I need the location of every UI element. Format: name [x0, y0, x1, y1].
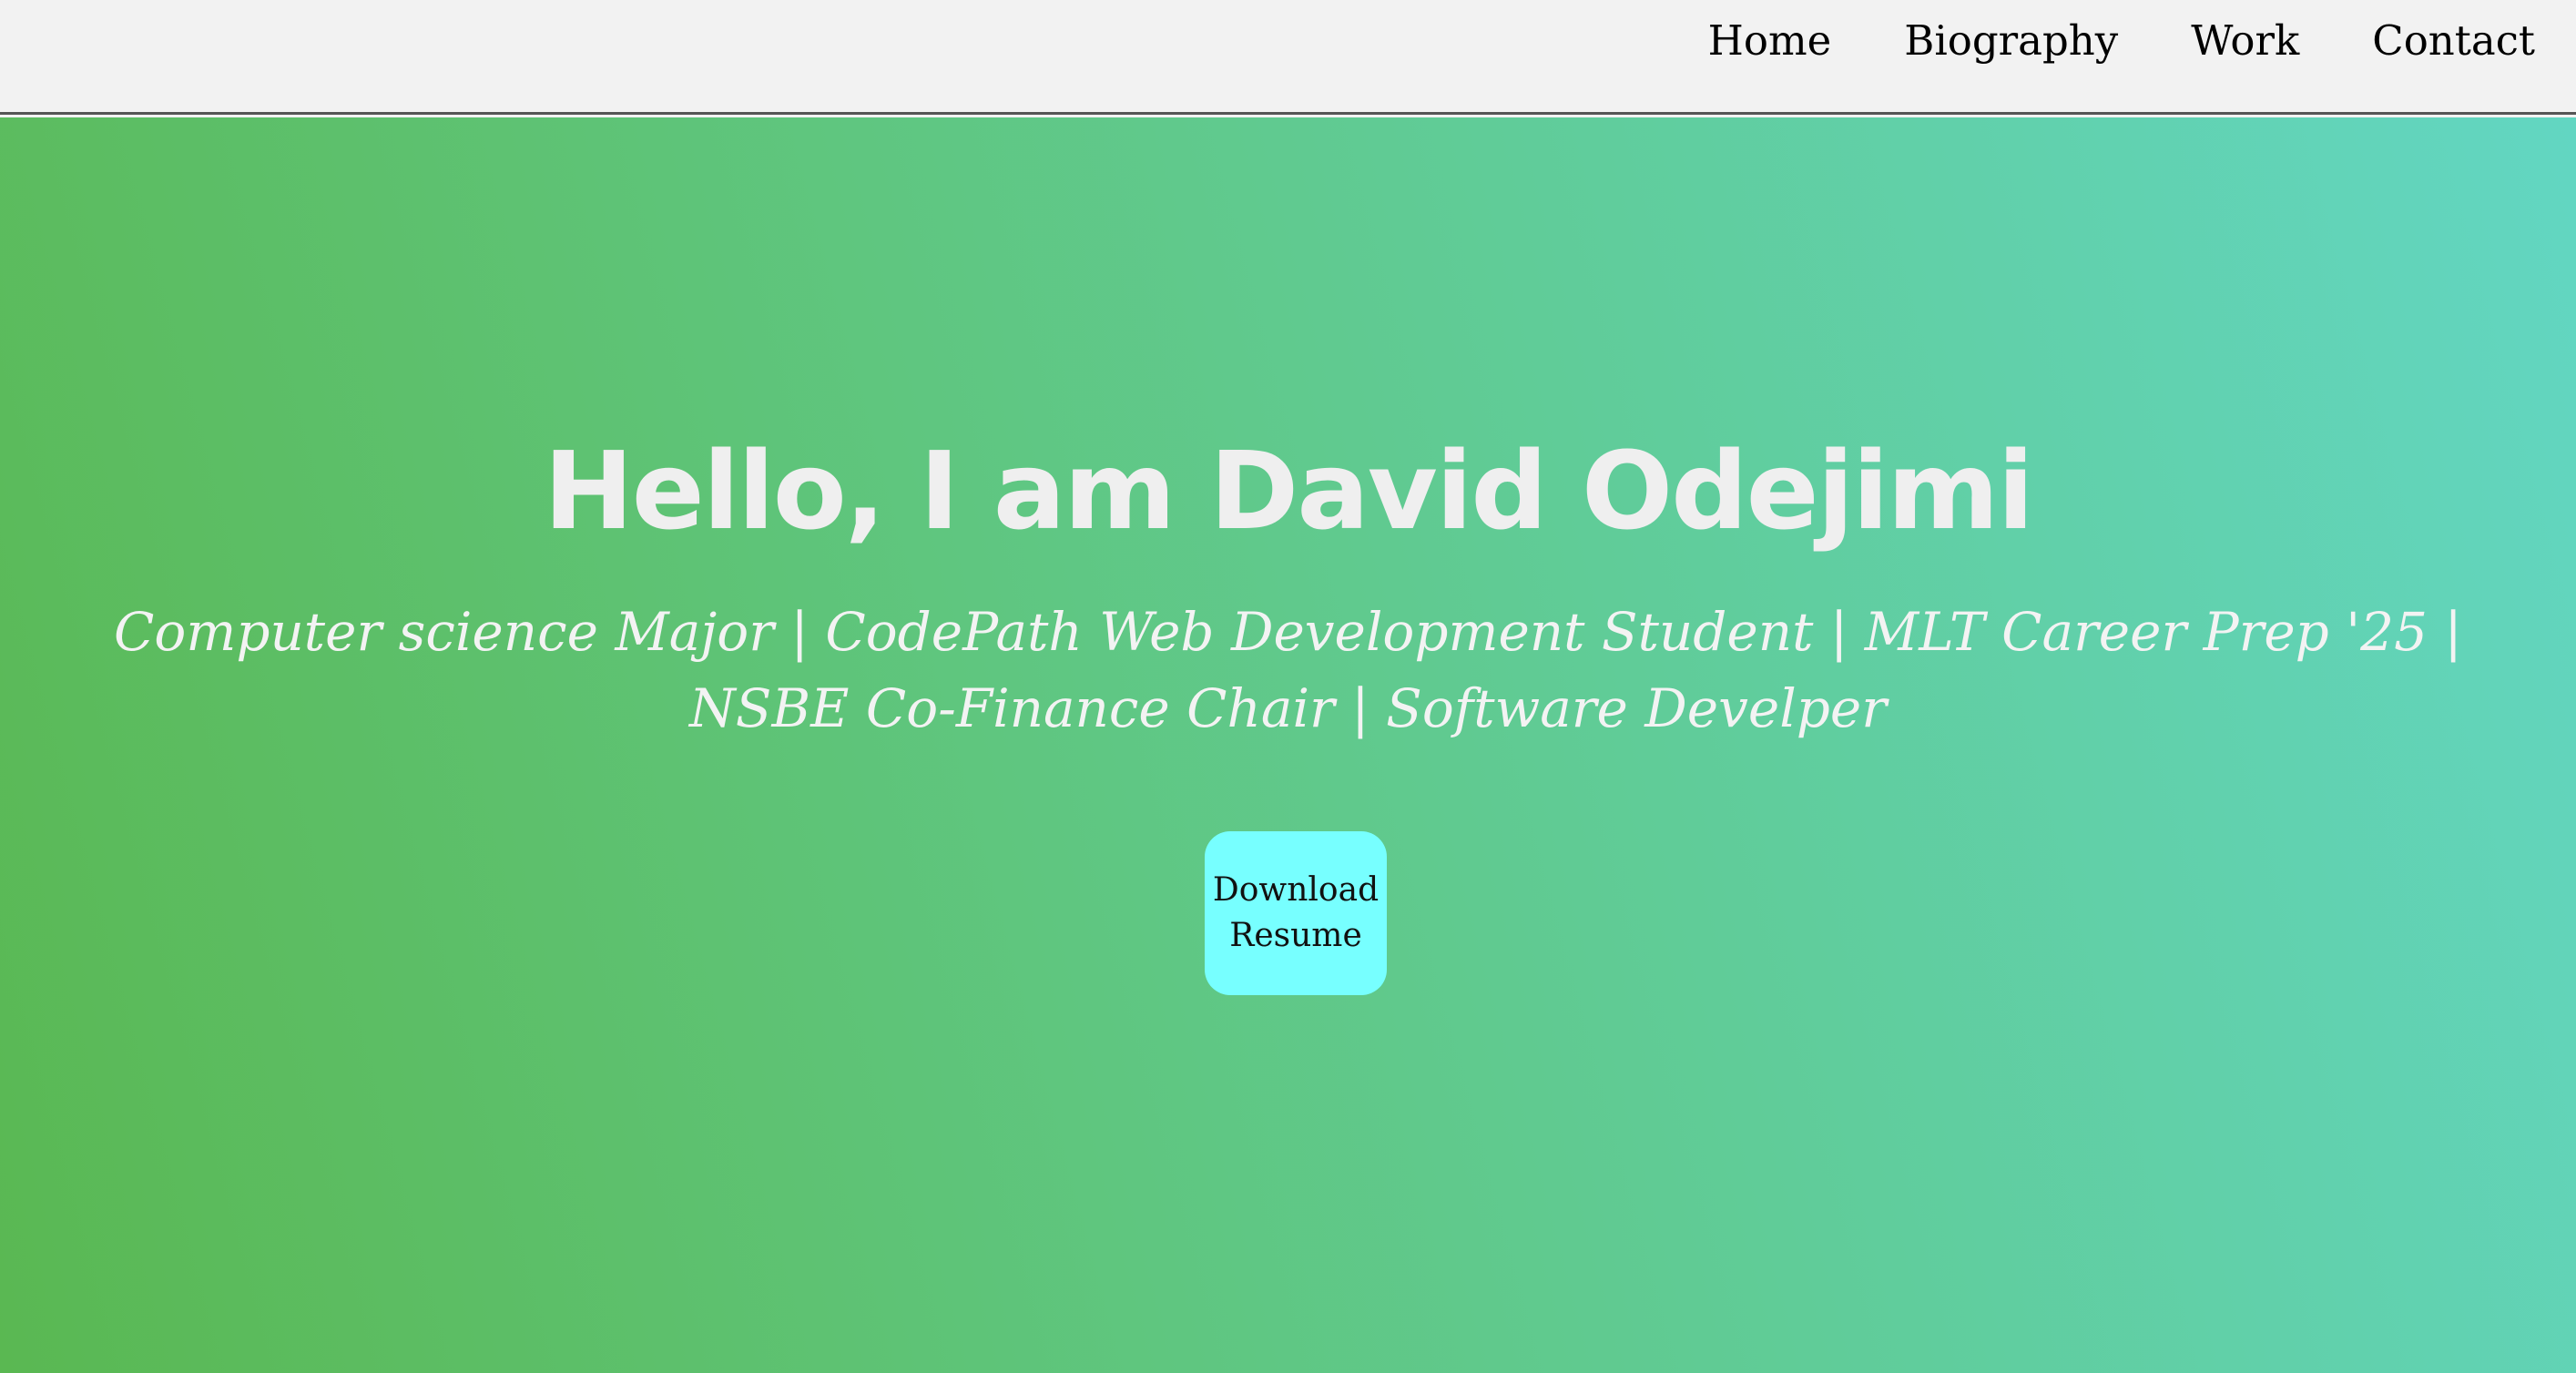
nav-link-work[interactable]: Work: [2191, 13, 2299, 69]
hero-subtitle: Computer science Major | CodePath Web De…: [114, 601, 2462, 739]
hero-title: Hello, I am David Odejimi: [544, 428, 2034, 554]
nav-link-contact[interactable]: Contact: [2372, 13, 2535, 69]
hero-section: Hello, I am David Odejimi Computer scien…: [0, 117, 2576, 1373]
main-nav: Home Biography Work Contact: [1708, 13, 2535, 69]
top-navbar: Home Biography Work Contact: [0, 0, 2576, 115]
nav-link-home[interactable]: Home: [1708, 13, 1832, 69]
download-resume-button[interactable]: Download Resume: [1205, 831, 1387, 995]
nav-link-biography[interactable]: Biography: [1904, 13, 2118, 69]
